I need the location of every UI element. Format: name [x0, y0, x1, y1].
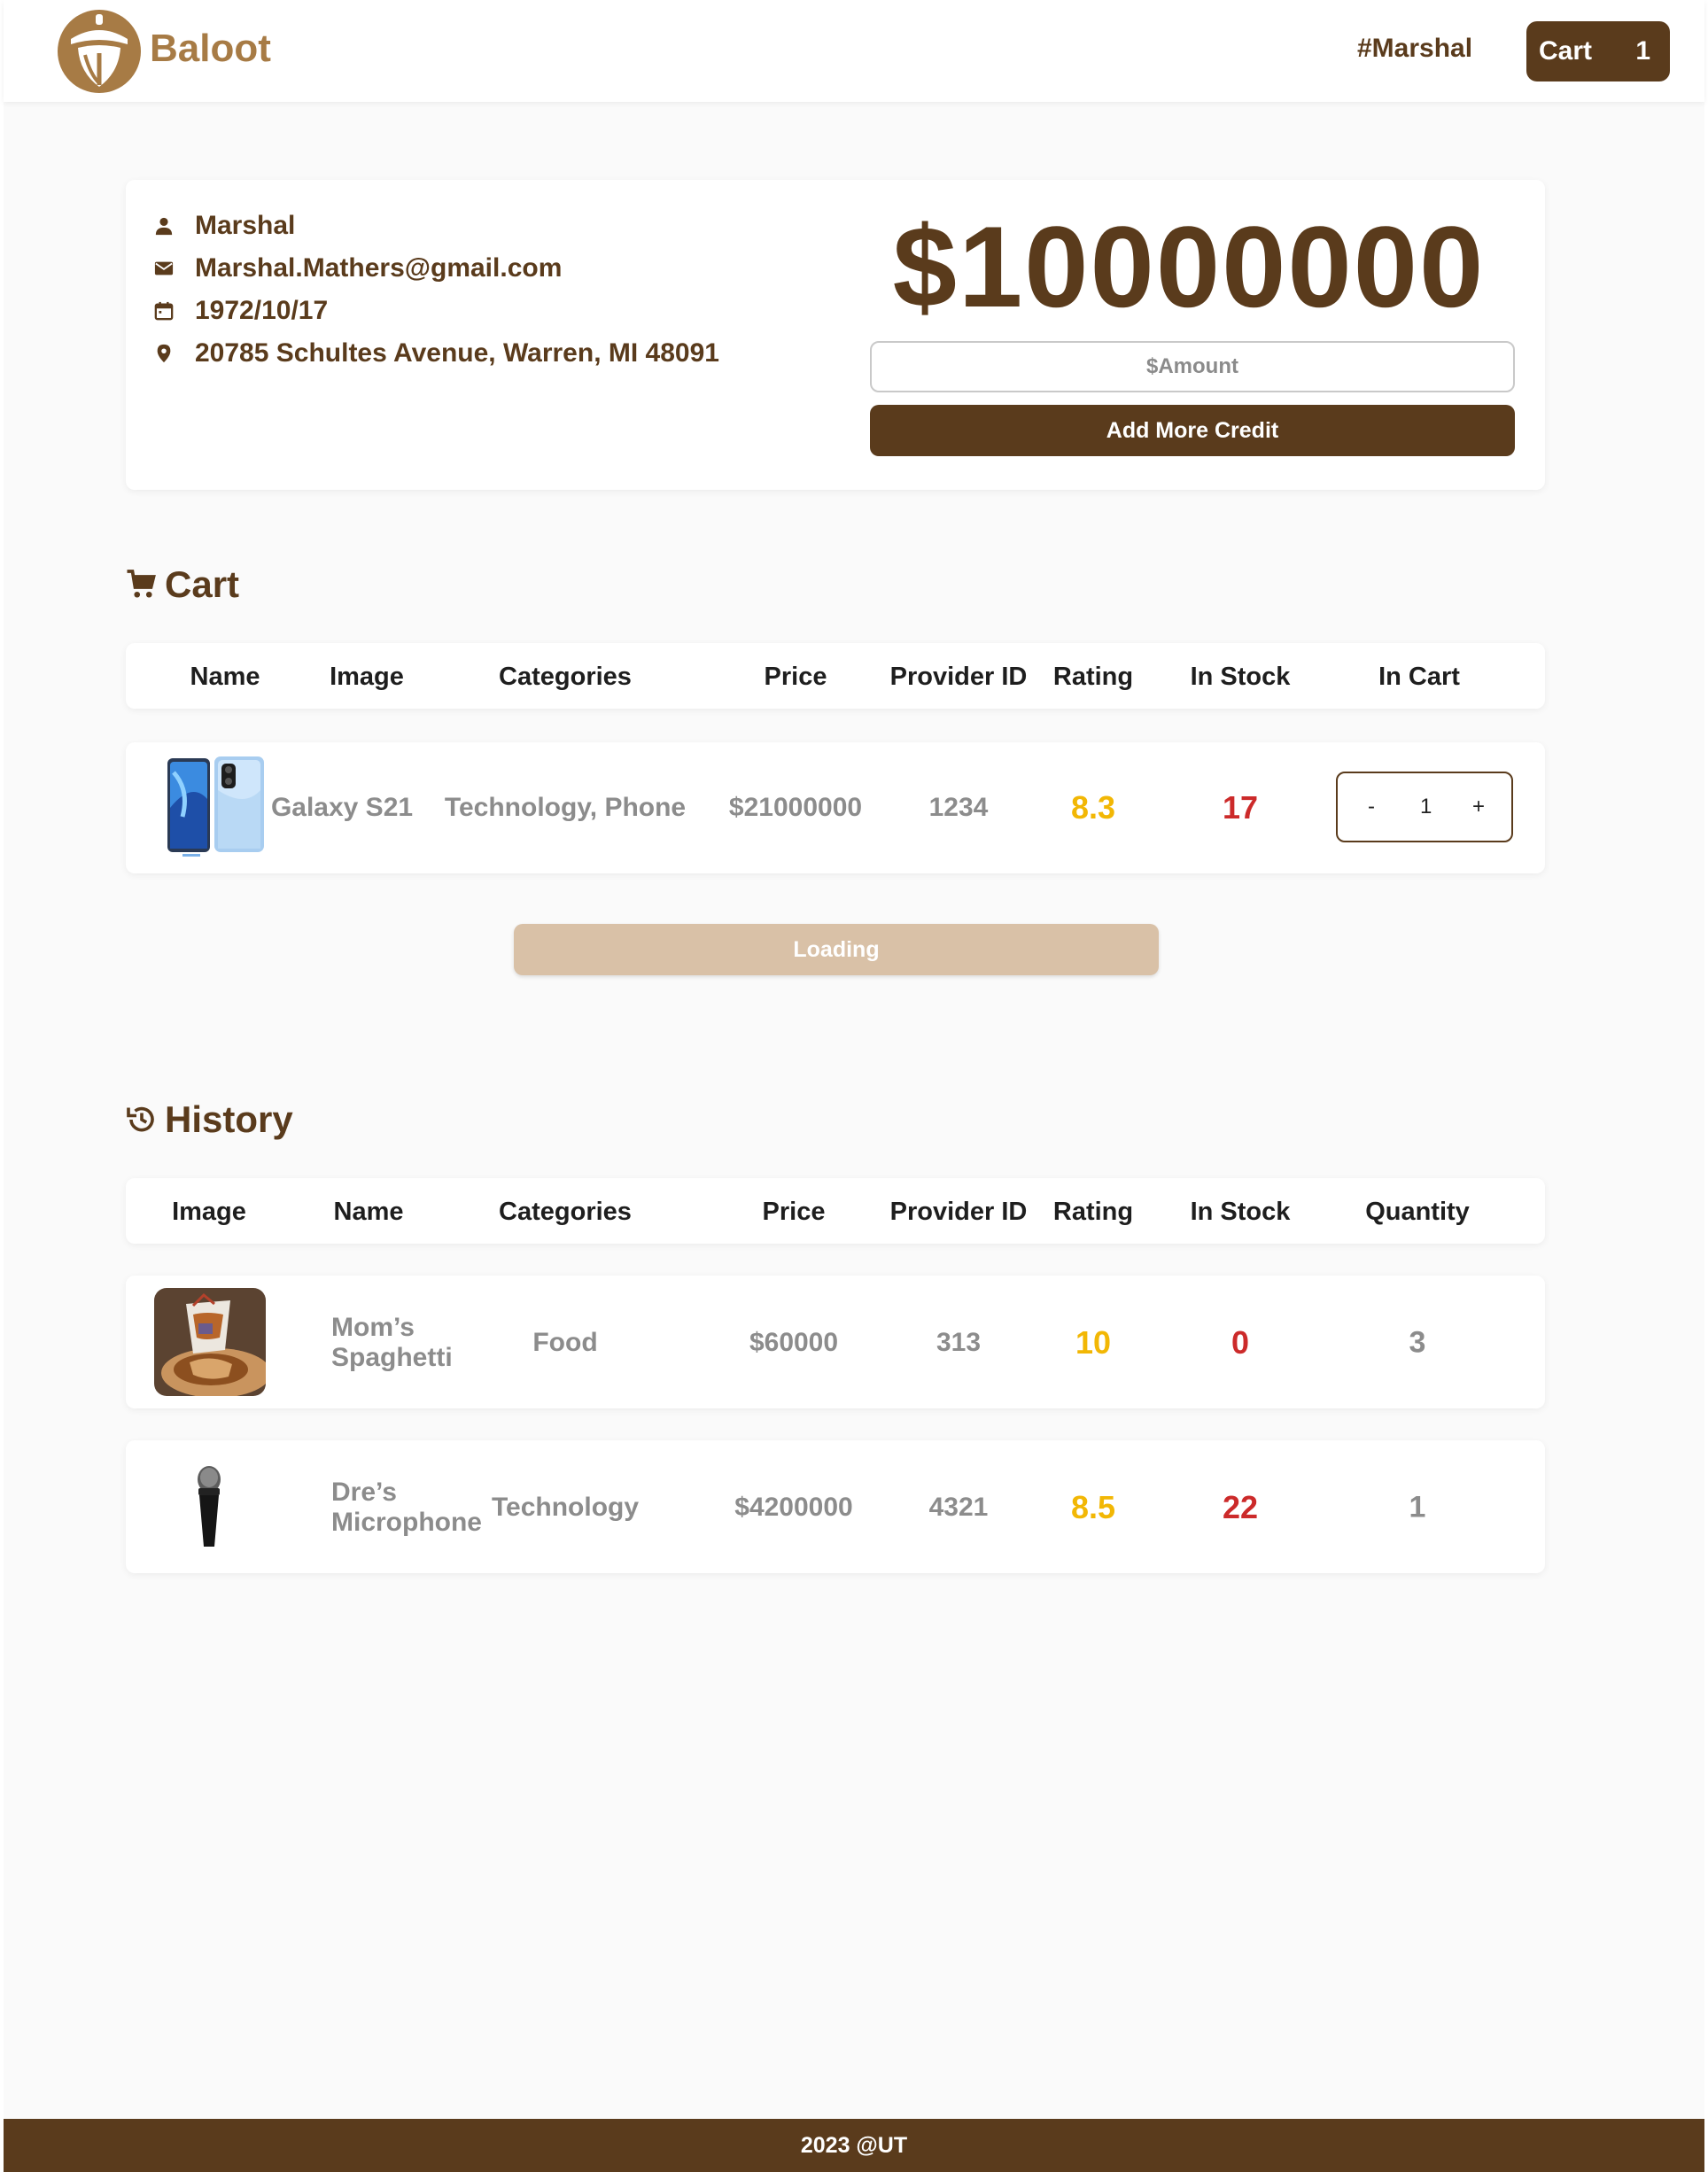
history-col-name: Name: [333, 1198, 404, 1226]
history-item-price: $60000: [749, 1328, 839, 1357]
cart-col-rating: Rating: [1052, 663, 1134, 691]
history-item-quantity: 1: [1409, 1490, 1426, 1524]
profile-email: Marshal.Mathers@gmail.com: [195, 253, 563, 283]
username-link[interactable]: #Marshal: [1357, 34, 1472, 64]
profile-card: Marshal Marshal.Mathers@gmail.com 1972/1…: [126, 180, 1545, 490]
add-credit-button[interactable]: Add More Credit: [870, 405, 1515, 456]
history-item-quantity: 3: [1409, 1325, 1426, 1360]
history-item-categories: Technology: [491, 1493, 640, 1522]
footer: 2023 @UT: [4, 2119, 1704, 2172]
increase-quantity-button[interactable]: +: [1472, 795, 1485, 819]
loading-button[interactable]: Loading: [514, 924, 1159, 975]
microphone-image: [198, 1466, 221, 1547]
history-item-in-stock: 22: [1222, 1489, 1259, 1525]
history-item-in-stock: 0: [1231, 1324, 1250, 1361]
cart-col-in-stock: In Stock: [1190, 663, 1291, 691]
cart-col-in-cart: In Cart: [1378, 663, 1460, 691]
history-item-provider-id: 4321: [928, 1493, 989, 1522]
history-col-categories: Categories: [499, 1198, 632, 1226]
profile-email-row: Marshal.Mathers@gmail.com: [154, 251, 562, 286]
history-col-rating: Rating: [1052, 1198, 1134, 1226]
decrease-quantity-button[interactable]: -: [1368, 795, 1375, 819]
cart-section-title: Cart: [126, 563, 239, 606]
cart-item-in-stock: 17: [1222, 789, 1259, 826]
history-col-image: Image: [172, 1198, 246, 1226]
history-col-in-stock: In Stock: [1190, 1198, 1291, 1226]
history-item-name-line2: Microphone: [331, 1508, 482, 1537]
cart-item-categories: Technology, Phone: [444, 793, 687, 822]
history-item-name-line2: Spaghetti: [331, 1343, 453, 1372]
history-col-provider-id: Provider ID: [889, 1198, 1028, 1226]
history-item-rating: 10: [1075, 1324, 1112, 1361]
history-section-title: History: [126, 1098, 293, 1141]
profile-address: 20785 Schultes Avenue, Warren, MI 48091: [195, 338, 719, 368]
history-table-row: Mom’s Spaghetti Food $60000 313 10 0 3: [126, 1276, 1545, 1408]
acorn-logo-icon[interactable]: [55, 9, 144, 94]
cart-table-row: Galaxy S21 Technology, Phone $21000000 1…: [126, 742, 1545, 873]
history-item-provider-id: 313: [936, 1328, 982, 1357]
cart-item-price: $21000000: [728, 793, 863, 822]
quantity-stepper: - 1 +: [1336, 772, 1513, 842]
history-item-name: Dre’s Microphone: [331, 1478, 482, 1538]
quantity-value: 1: [1420, 795, 1432, 818]
history-title: History: [165, 1098, 293, 1140]
calendar-icon: [154, 301, 174, 321]
profile-address-row: 20785 Schultes Avenue, Warren, MI 48091: [154, 336, 719, 371]
cart-col-price: Price: [764, 663, 827, 691]
page: Baloot #Marshal Cart 1 Marshal Marshal.M…: [4, 0, 1704, 2172]
history-col-quantity: Quantity: [1365, 1198, 1470, 1226]
spaghetti-image: [154, 1288, 266, 1396]
profile-birthdate: 1972/10/17: [195, 296, 329, 325]
cart-item-name: Galaxy S21: [270, 793, 414, 822]
cart-item-provider-id: 1234: [928, 793, 989, 822]
history-item-categories: Food: [532, 1328, 598, 1357]
history-col-price: Price: [762, 1198, 826, 1226]
history-table-header: Image Name Categories Price Provider ID …: [126, 1178, 1545, 1244]
phone-image: [167, 756, 264, 857]
history-item-name: Mom’s Spaghetti: [331, 1313, 453, 1373]
cart-icon: [127, 570, 156, 598]
amount-input[interactable]: [870, 341, 1515, 392]
history-icon: [127, 1106, 154, 1132]
cart-col-image: Image: [330, 663, 404, 691]
history-item-name-line1: Mom’s: [331, 1313, 415, 1342]
cart-button-label: Cart: [1539, 36, 1593, 66]
top-navbar: Baloot #Marshal Cart 1: [4, 0, 1704, 102]
cart-col-provider-id: Provider ID: [889, 663, 1028, 691]
cart-button[interactable]: Cart 1: [1526, 21, 1670, 81]
cart-item-rating: 8.3: [1070, 789, 1116, 826]
cart-table-header: Name Image Categories Price Provider ID …: [126, 643, 1545, 709]
history-item-price: $4200000: [734, 1493, 853, 1522]
location-pin-icon: [157, 344, 171, 363]
history-item-rating: 8.5: [1070, 1489, 1116, 1525]
profile-name: Marshal: [195, 211, 296, 240]
brand-name[interactable]: Baloot: [150, 27, 271, 71]
user-icon: [155, 217, 173, 236]
profile-birthdate-row: 1972/10/17: [154, 293, 328, 329]
cart-col-categories: Categories: [499, 663, 632, 691]
history-item-name-line1: Dre’s: [331, 1478, 397, 1507]
cart-count-badge: 1: [1635, 36, 1650, 66]
profile-name-row: Marshal: [154, 208, 295, 244]
mail-icon: [154, 261, 174, 275]
history-table-row: Dre’s Microphone Technology $4200000 432…: [126, 1440, 1545, 1573]
credit-balance: $10000000: [892, 202, 1486, 331]
cart-col-name: Name: [190, 663, 260, 691]
cart-title: Cart: [165, 563, 240, 605]
